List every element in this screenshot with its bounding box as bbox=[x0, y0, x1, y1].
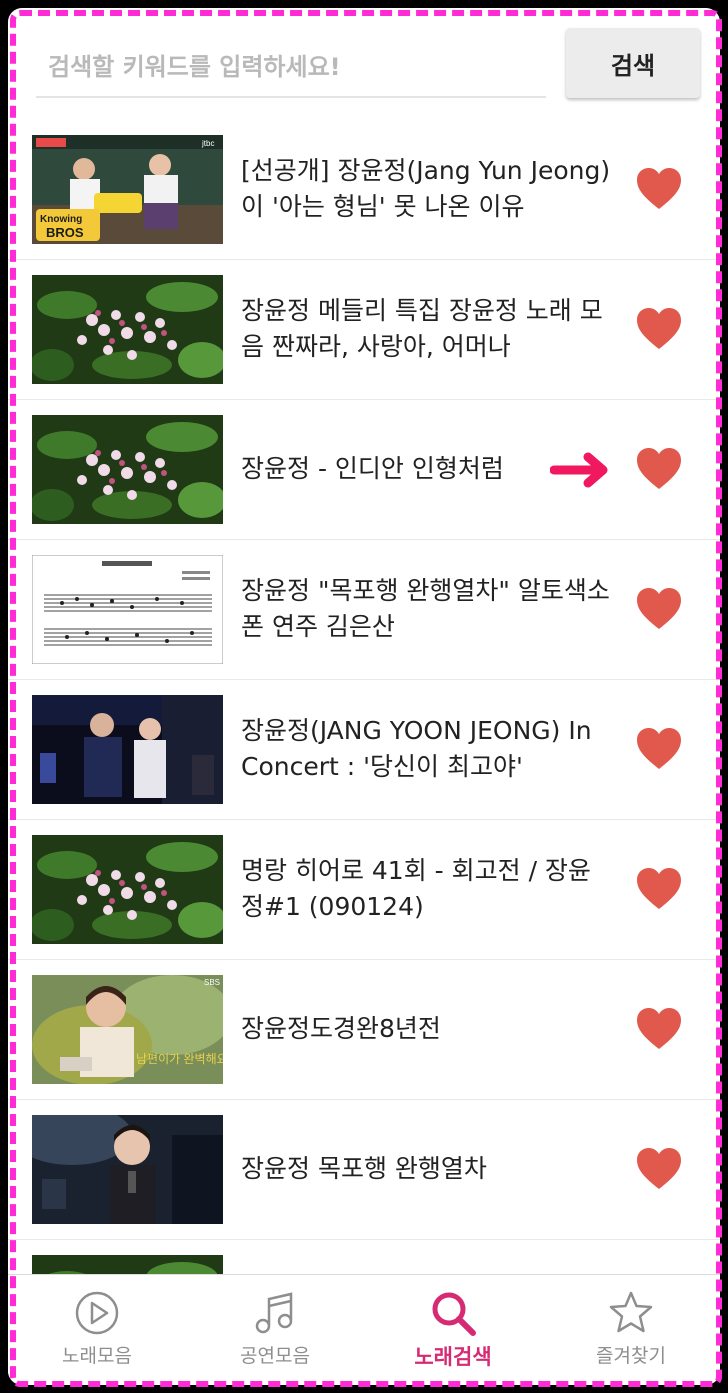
video-thumbnail[interactable] bbox=[32, 1255, 223, 1276]
video-thumbnail[interactable] bbox=[32, 415, 223, 524]
video-thumbnail[interactable] bbox=[32, 835, 223, 944]
svg-text:SBS: SBS bbox=[204, 978, 220, 987]
nav-label: 노래검색 bbox=[414, 1345, 492, 1369]
result-list[interactable]: Knowing BROS jtbc [선공개] 장윤정(Jang Yun Jeo… bbox=[8, 120, 720, 1276]
nav-tab-search[interactable]: 노래검색 bbox=[364, 1275, 542, 1385]
video-title[interactable]: 장윤정 메들리 특집 장윤정 노래 모음 짠짜라, 사랑아, 어머나 bbox=[241, 293, 611, 365]
nav-tab-play-circle[interactable]: 노래모음 bbox=[8, 1275, 186, 1385]
video-thumbnail[interactable] bbox=[32, 275, 223, 384]
app-screen: 검색 Knowing BROS jtbc [선공개] 장윤정(Jang Yun … bbox=[8, 8, 720, 1385]
search-input[interactable] bbox=[36, 38, 546, 98]
nav-tab-star[interactable]: 즐겨찾기 bbox=[542, 1275, 720, 1385]
svg-text:jtbc: jtbc bbox=[201, 139, 214, 148]
favorite-heart-icon[interactable] bbox=[636, 1148, 682, 1190]
favorite-heart-icon[interactable] bbox=[636, 868, 682, 910]
pointer-arrow-icon bbox=[550, 452, 608, 488]
result-item[interactable]: 남편이가 완벽해요 SBS 장윤정도경완8년전 bbox=[8, 960, 720, 1100]
nav-label: 공연모음 bbox=[240, 1345, 310, 1367]
video-title[interactable]: 장윤정 목포행 완행열차 bbox=[241, 1151, 611, 1187]
video-thumbnail[interactable] bbox=[32, 555, 223, 664]
search-button[interactable]: 검색 bbox=[566, 28, 700, 98]
bottom-nav: 노래모음 공연모음 노래검색 즐겨찾기 bbox=[8, 1274, 720, 1385]
result-item[interactable]: 장윤정 목포행 완행열차 bbox=[8, 1100, 720, 1240]
result-item[interactable]: 장윤정 메들리 특집 장윤정 노래 모음 짠짜라, 사랑아, 어머나 bbox=[8, 260, 720, 400]
video-thumbnail[interactable] bbox=[32, 695, 223, 804]
svg-text:BROS: BROS bbox=[46, 225, 84, 240]
search-bar: 검색 bbox=[8, 8, 720, 112]
result-item[interactable]: 장윤정 "목포행 완행열차" 알토색소폰 연주 김은산 bbox=[8, 540, 720, 680]
video-title[interactable]: [선공개] 장윤정(Jang Yun Jeong)이 '아는 형님' 못 나온 … bbox=[241, 153, 611, 225]
video-title[interactable]: 장윤정(JANG YOON JEONG) In Concert : '당신이 최… bbox=[241, 713, 611, 785]
result-item[interactable]: Knowing BROS jtbc [선공개] 장윤정(Jang Yun Jeo… bbox=[8, 120, 720, 260]
video-thumbnail[interactable] bbox=[32, 1115, 223, 1224]
favorite-heart-icon[interactable] bbox=[636, 168, 682, 210]
video-title[interactable]: 장윤정도경완8년전 bbox=[241, 1011, 611, 1047]
video-title[interactable]: 명랑 히어로 41회 - 회고전 / 장윤정#1 (090124) bbox=[241, 853, 611, 925]
video-title[interactable]: 장윤정 "목포행 완행열차" 알토색소폰 연주 김은산 bbox=[241, 573, 611, 645]
video-thumbnail[interactable]: 남편이가 완벽해요 SBS bbox=[32, 975, 223, 1084]
favorite-heart-icon[interactable] bbox=[636, 588, 682, 630]
nav-label: 즐겨찾기 bbox=[596, 1345, 666, 1367]
favorite-heart-icon[interactable] bbox=[636, 728, 682, 770]
result-item[interactable]: 장윤정 - 인디안 인형처럼 bbox=[8, 400, 720, 540]
svg-text:남편이가 완벽해요: 남편이가 완벽해요 bbox=[136, 1052, 223, 1066]
video-thumbnail[interactable]: Knowing BROS jtbc bbox=[32, 135, 223, 244]
favorite-heart-icon[interactable] bbox=[636, 448, 682, 490]
nav-label: 노래모음 bbox=[62, 1345, 132, 1367]
result-item[interactable] bbox=[8, 1240, 720, 1276]
result-item[interactable]: 장윤정(JANG YOON JEONG) In Concert : '당신이 최… bbox=[8, 680, 720, 820]
result-item[interactable]: 명랑 히어로 41회 - 회고전 / 장윤정#1 (090124) bbox=[8, 820, 720, 960]
nav-tab-music-note[interactable]: 공연모음 bbox=[186, 1275, 364, 1385]
svg-text:Knowing: Knowing bbox=[40, 214, 82, 225]
favorite-heart-icon[interactable] bbox=[636, 1008, 682, 1050]
favorite-heart-icon[interactable] bbox=[636, 308, 682, 350]
